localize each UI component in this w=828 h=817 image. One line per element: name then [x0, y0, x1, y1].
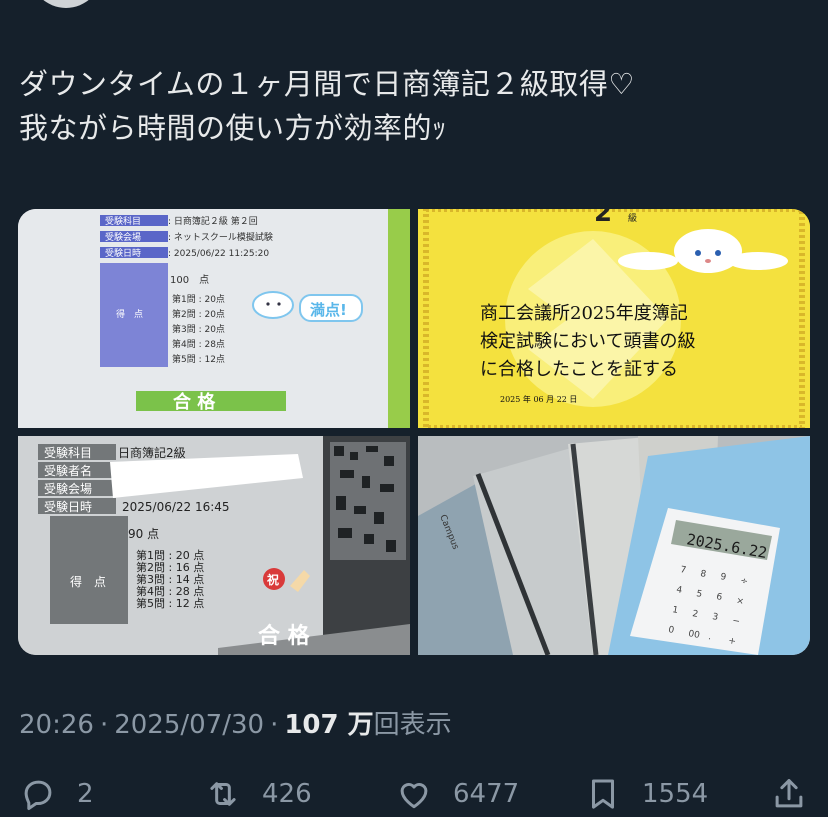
svg-text:00: 00 [687, 629, 700, 641]
p1-value-2: : ネットスクール模擬試験 [168, 231, 273, 243]
p1-score-4: 第4問 : 28点 [172, 338, 225, 350]
tweet-date[interactable]: 2025/07/30 [114, 710, 264, 740]
photo-2-certificate[interactable]: 2 級 商工会議所2025年度簿記 検定試験において頭書の級 に合格したことを証… [418, 209, 810, 428]
p3-label-2: 受験者名 [44, 463, 92, 478]
p1-label-4: 得 点 [116, 308, 143, 320]
p3-label-3: 受験会場 [44, 481, 92, 496]
photo-3-exam-result[interactable]: 受験科目 受験者名 受験会場 受験日時 得 点 日商簿記2級 2025/06/2… [18, 436, 410, 655]
p2-line-1: 商工会議所2025年度簿記 [480, 303, 688, 324]
heart-icon [400, 782, 428, 808]
p1-score-5: 第5問 : 12点 [172, 353, 225, 365]
share-button[interactable] [770, 770, 808, 817]
bookmark-count: 1554 [642, 778, 709, 809]
reply-button[interactable]: 2 [19, 770, 94, 817]
p3-label-4: 受験日時 [44, 499, 92, 514]
p1-total: 100 点 [170, 274, 209, 286]
p1-value-3: : 2025/06/22 11:25:20 [168, 249, 269, 259]
p2-date: 2025 年 06 月 22 日 [500, 394, 577, 404]
p2-grade-label: 級 [628, 212, 637, 224]
p3-value-4: 2025/06/22 16:45 [122, 500, 230, 514]
retweet-icon [210, 781, 236, 806]
tweet-text-line-2: 我ながら時間の使い方が効率的ｯ [19, 111, 448, 145]
views-count: 107 万 [284, 710, 374, 740]
p1-label-1: 受験科目 [105, 215, 141, 227]
views-label: 回表示 [373, 710, 452, 740]
tweet-meta: 20:26 · 2025/07/30 · 107 万回表示 [19, 704, 452, 741]
meta-separator-1: · [99, 710, 109, 740]
p1-score-3: 第3問 : 20点 [172, 323, 225, 335]
bookmark-button[interactable]: 1554 [584, 770, 708, 817]
p2-line-2: 検定試験において頭書の級 [480, 331, 695, 352]
p1-result: 合 格 [173, 391, 216, 413]
p1-score-2: 第2問 : 20点 [172, 308, 225, 320]
tweet-time[interactable]: 20:26 [19, 710, 94, 740]
reply-count: 2 [77, 778, 94, 809]
p3-value-1: 日商簿記2級 [118, 445, 186, 460]
photo-2-image: 2 級 商工会議所2025年度簿記 検定試験において頭書の級 に合格したことを証… [418, 209, 810, 428]
retweet-count: 426 [262, 778, 312, 809]
p1-badge: 満点! [310, 301, 347, 319]
action-bar: 2 426 6477 1554 [0, 770, 828, 817]
p3-score-1: 第1問 : 20 点 [136, 548, 204, 562]
share-icon [775, 778, 803, 807]
retweet-button[interactable]: 426 [204, 770, 312, 817]
p3-label-5: 得 点 [70, 574, 106, 589]
p1-label-3: 受験日時 [105, 247, 141, 259]
meta-separator-2: · [270, 710, 279, 740]
like-count: 6477 [453, 778, 520, 809]
reply-icon [24, 780, 52, 810]
p3-score-5: 第5問 : 12 点 [136, 596, 204, 610]
photo-1-image: 受験科目 受験会場 受験日時 得 点 : 日商簿記２級 第２回 : ネットスクー… [18, 209, 410, 428]
photo-4-study-materials[interactable]: Campus 2025.6.22 7 8 9 ÷ 4 5 6 × 1 2 3 −… [418, 436, 810, 655]
p1-score-1: 第1問 : 20点 [172, 293, 225, 305]
p3-total: 90 点 [128, 527, 159, 541]
p2-line-3: に合格したことを証する [480, 359, 678, 380]
photo-3-image: 受験科目 受験者名 受験会場 受験日時 得 点 日商簿記2級 2025/06/2… [18, 436, 410, 655]
p3-score-3: 第3問 : 14 点 [136, 572, 204, 586]
p1-mascot-icon [252, 291, 294, 319]
p3-score-2: 第2問 : 16 点 [136, 560, 204, 574]
p3-score-4: 第4問 : 28 点 [136, 584, 204, 598]
p3-label-1: 受験科目 [44, 445, 92, 460]
bookmark-icon [591, 779, 615, 809]
p3-stamp: 祝 [267, 572, 279, 587]
photo-grid: 受験科目 受験会場 受験日時 得 点 : 日商簿記２級 第２回 : ネットスクー… [18, 209, 810, 655]
avatar[interactable] [30, 0, 102, 8]
like-button[interactable]: 6477 [395, 770, 519, 817]
p2-grade: 2 [594, 209, 612, 228]
photo-1-exam-result[interactable]: 受験科目 受験会場 受験日時 得 点 : 日商簿記２級 第２回 : ネットスクー… [18, 209, 410, 428]
p1-label-2: 受験会場 [105, 231, 141, 243]
p1-value-1: : 日商簿記２級 第２回 [168, 215, 258, 227]
p3-result: 合 格 [258, 623, 311, 649]
tweet-text: ダウンタイムの１ヶ月間で日商簿記２級取得♡ 我ながら時間の使い方が効率的ｯ [19, 62, 809, 150]
tweet-text-line-1: ダウンタイムの１ヶ月間で日商簿記２級取得♡ [19, 67, 635, 101]
photo-4-image: Campus 2025.6.22 7 8 9 ÷ 4 5 6 × 1 2 3 −… [418, 436, 810, 655]
